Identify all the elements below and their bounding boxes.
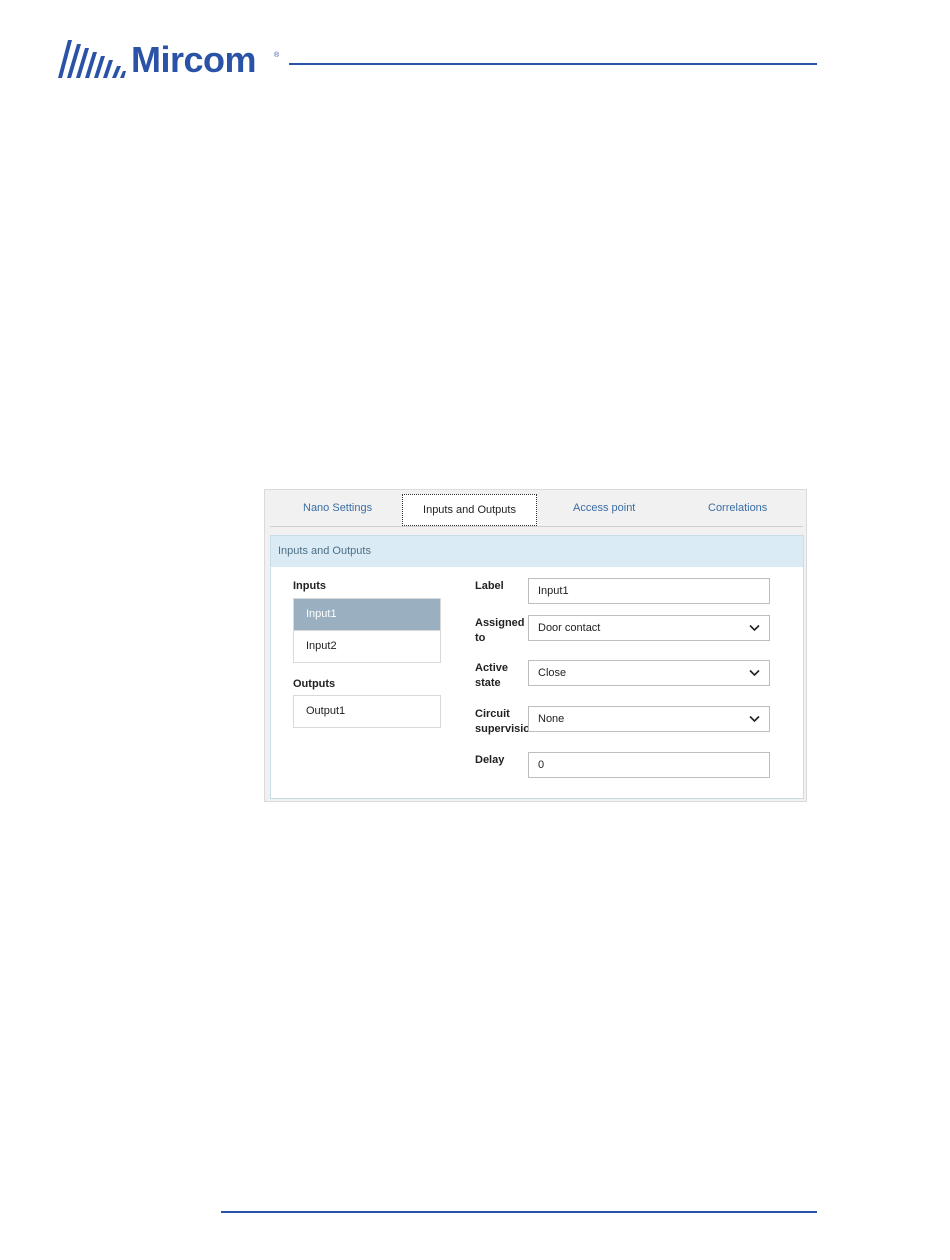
chevron-down-icon xyxy=(749,624,760,632)
section-title: Inputs and Outputs xyxy=(271,536,803,567)
label-field-label: Label xyxy=(475,580,504,592)
tab-access-point[interactable]: Access point xyxy=(573,502,635,514)
chevron-down-icon xyxy=(749,669,760,677)
header-divider xyxy=(289,63,817,65)
settings-panel: Nano Settings Inputs and Outputs Access … xyxy=(264,489,807,802)
tab-nano-settings[interactable]: Nano Settings xyxy=(303,502,372,514)
list-item-input2[interactable]: Input2 xyxy=(294,630,440,662)
mircom-logo-icon xyxy=(58,40,126,78)
label-input[interactable]: Input1 xyxy=(528,578,770,604)
circuit-supervision-value: None xyxy=(538,713,565,725)
circuit-supervision-select[interactable]: None xyxy=(528,706,770,732)
inputs-outputs-section: Inputs and Outputs Inputs Input1 Input2 … xyxy=(270,535,804,799)
outputs-list: Output1 xyxy=(293,695,441,728)
assigned-to-select[interactable]: Door contact xyxy=(528,615,770,641)
tab-correlations[interactable]: Correlations xyxy=(708,502,767,514)
brand-name: Mircom xyxy=(131,39,257,80)
registered-mark: ® xyxy=(274,52,280,59)
circuit-supervision-label: Circuit supervision xyxy=(475,708,529,735)
delay-input[interactable]: 0 xyxy=(528,752,770,778)
chevron-down-icon xyxy=(749,715,760,723)
assigned-to-label: Assigned to xyxy=(475,617,525,644)
active-state-value: Close xyxy=(538,667,567,679)
outputs-heading: Outputs xyxy=(293,678,336,690)
delay-label: Delay xyxy=(475,754,505,766)
list-item-output1[interactable]: Output1 xyxy=(294,696,440,727)
tab-bar: Nano Settings Inputs and Outputs Access … xyxy=(270,490,803,527)
tab-inputs-and-outputs[interactable]: Inputs and Outputs xyxy=(402,494,537,526)
footer-divider xyxy=(221,1211,817,1213)
inputs-list: Input1 Input2 xyxy=(293,598,441,663)
active-state-label: Active state xyxy=(475,662,509,689)
inputs-heading: Inputs xyxy=(293,580,326,592)
assigned-to-value: Door contact xyxy=(538,622,601,634)
active-state-select[interactable]: Close xyxy=(528,660,770,686)
list-item-input1[interactable]: Input1 xyxy=(294,599,440,630)
